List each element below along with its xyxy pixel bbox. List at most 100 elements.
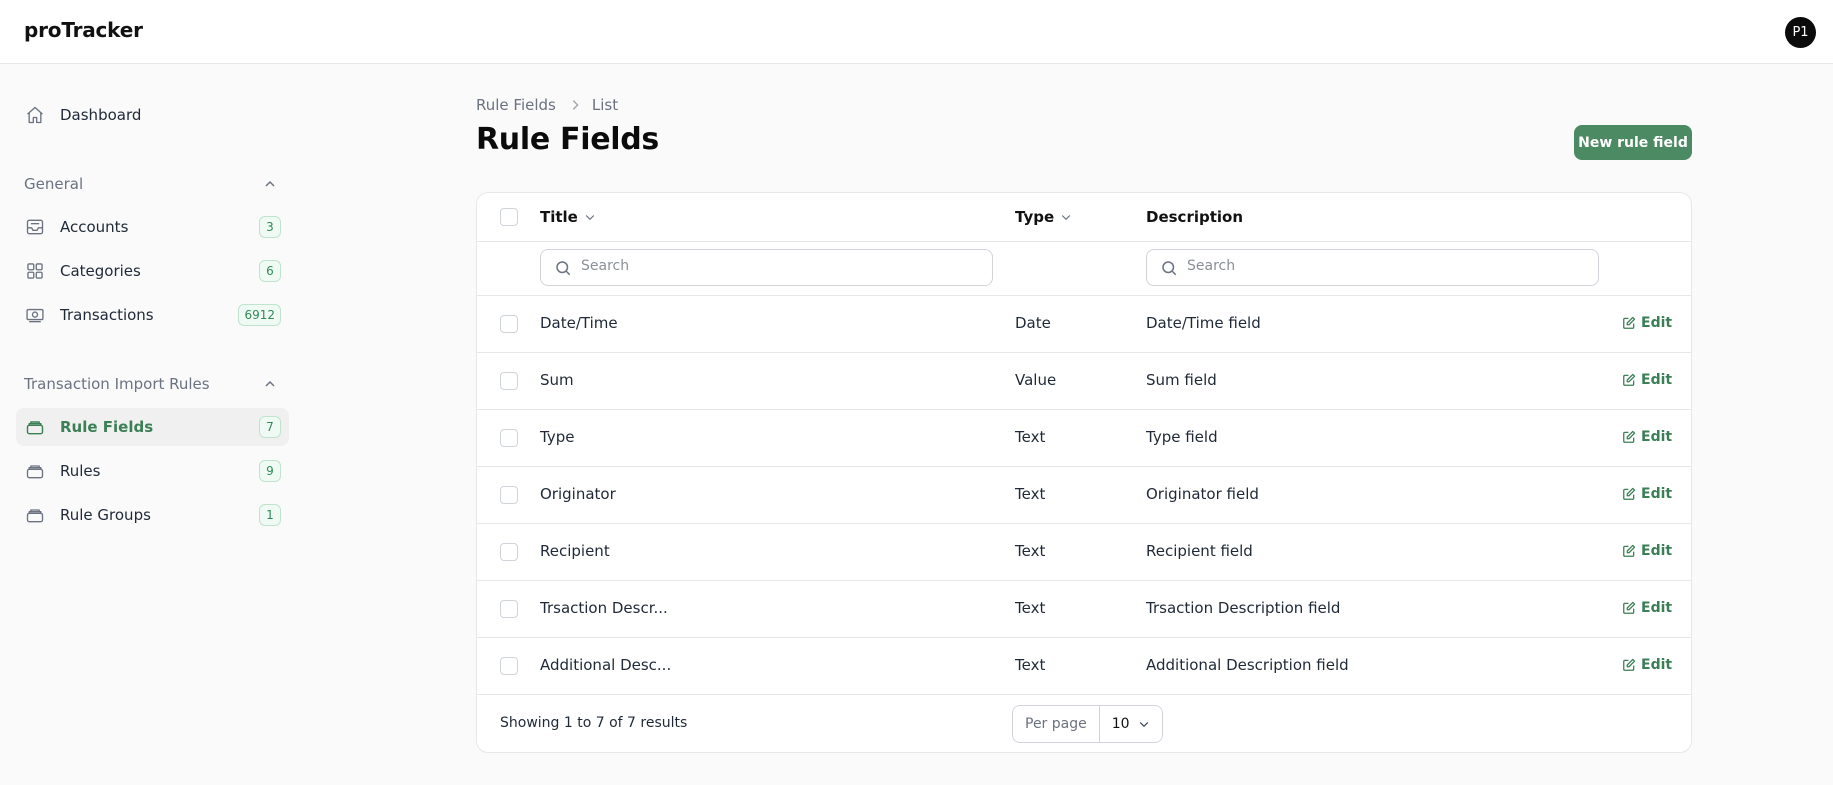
- edit-label: Edit: [1641, 372, 1673, 388]
- edit-label: Edit: [1641, 486, 1673, 502]
- cell-description: Sum field: [1146, 371, 1217, 389]
- cell-type: Text: [1015, 656, 1046, 674]
- sidebar-item-rules[interactable]: Rules 9: [16, 452, 289, 490]
- edit-icon: [1623, 544, 1636, 557]
- stack-icon: [26, 509, 44, 523]
- edit-icon: [1623, 601, 1636, 614]
- cell-title: Recipient: [540, 542, 610, 560]
- user-avatar[interactable]: P1: [1785, 17, 1816, 48]
- edit-link[interactable]: Edit: [1622, 600, 1672, 616]
- stack-icon: [26, 465, 44, 479]
- cell-type: Value: [1015, 371, 1057, 389]
- sidebar-item-transactions[interactable]: Transactions 6912: [16, 296, 289, 334]
- chevron-down-icon: [1061, 215, 1071, 221]
- sidebar-item-accounts[interactable]: Accounts 3: [16, 208, 289, 246]
- row-checkbox[interactable]: [500, 486, 518, 504]
- table-row: Recipient Text Recipient field Edit: [477, 524, 1691, 581]
- banknote-icon: [26, 308, 44, 323]
- per-page-select[interactable]: Per page 10: [1012, 705, 1163, 743]
- count-badge: 3: [259, 216, 281, 238]
- grid-icon: [27, 263, 43, 279]
- stack-icon: [26, 421, 44, 435]
- cell-title: Originator: [540, 485, 616, 503]
- breadcrumb: Rule Fields List: [476, 96, 618, 114]
- row-checkbox[interactable]: [500, 429, 518, 447]
- count-badge: 6: [259, 260, 281, 282]
- cell-description: Trsaction Description field: [1146, 599, 1341, 617]
- row-checkbox[interactable]: [500, 543, 518, 561]
- table-row: Sum Value Sum field Edit: [477, 353, 1691, 410]
- column-header-title[interactable]: Title: [540, 208, 596, 226]
- column-header-type[interactable]: Type: [1015, 208, 1072, 226]
- sidebar-item-rule-groups[interactable]: Rule Groups 1: [16, 496, 289, 534]
- row-checkbox[interactable]: [500, 315, 518, 333]
- inbox-icon: [26, 219, 44, 235]
- sidebar-item-label: Accounts: [60, 218, 129, 236]
- cell-title: Date/Time: [540, 314, 618, 332]
- sidebar: Dashboard General Accounts 3 Categories …: [0, 64, 300, 785]
- edit-link[interactable]: Edit: [1622, 372, 1672, 388]
- home-icon: [27, 106, 43, 124]
- sidebar-item-label: Dashboard: [60, 106, 142, 124]
- cell-title: Trsaction Descr...: [540, 599, 668, 617]
- row-checkbox[interactable]: [500, 372, 518, 390]
- breadcrumb-parent-link[interactable]: Rule Fields: [476, 96, 556, 114]
- cell-type: Text: [1015, 542, 1046, 560]
- cell-description: Recipient field: [1146, 542, 1253, 560]
- table-row: Additional Desc... Text Additional Descrip…: [477, 638, 1691, 695]
- cell-description: Originator field: [1146, 485, 1259, 503]
- count-badge: 7: [259, 416, 281, 438]
- per-page-value[interactable]: 10: [1100, 706, 1162, 742]
- sidebar-group-general[interactable]: General: [24, 175, 83, 193]
- rule-fields-table: Title Type Description Date/Time Date Date…: [476, 192, 1692, 753]
- cell-type: Text: [1015, 485, 1046, 503]
- table-row: Type Text Type field Edit: [477, 410, 1691, 467]
- chevron-down-icon: [585, 215, 595, 221]
- per-page-label: Per page: [1013, 706, 1100, 742]
- edit-label: Edit: [1641, 657, 1673, 673]
- brand-logo[interactable]: proTracker: [24, 18, 143, 42]
- sidebar-group-import-rules[interactable]: Transaction Import Rules: [24, 375, 210, 393]
- cell-type: Date: [1015, 314, 1051, 332]
- column-header-label: Type: [1015, 208, 1055, 226]
- description-search-input[interactable]: [1187, 258, 1547, 274]
- breadcrumb-current: List: [591, 96, 619, 114]
- column-header-label: Description: [1146, 208, 1244, 226]
- count-badge: 1: [259, 504, 281, 526]
- edit-link[interactable]: Edit: [1622, 657, 1672, 673]
- sidebar-item-dashboard[interactable]: Dashboard: [16, 96, 289, 134]
- edit-icon: [1623, 658, 1636, 671]
- edit-link[interactable]: Edit: [1622, 543, 1672, 559]
- title-search-input[interactable]: [581, 258, 941, 274]
- table-header-row: Title Type Description: [477, 193, 1691, 242]
- edit-label: Edit: [1641, 429, 1673, 445]
- per-page-selected: 10: [1111, 716, 1130, 732]
- edit-icon: [1623, 430, 1636, 443]
- cell-description: Type field: [1146, 428, 1218, 446]
- select-all-checkbox[interactable]: [500, 208, 518, 226]
- title-search-field[interactable]: [540, 249, 993, 286]
- results-summary: Showing 1 to 7 of 7 results: [500, 715, 688, 731]
- cell-description: Date/Time field: [1146, 314, 1261, 332]
- sidebar-item-rule-fields[interactable]: Rule Fields 7: [16, 408, 289, 446]
- edit-link[interactable]: Edit: [1622, 486, 1672, 502]
- edit-icon: [1623, 316, 1636, 329]
- table-row: Originator Text Originator field Edit: [477, 467, 1691, 524]
- sidebar-item-label: Rule Groups: [60, 506, 151, 524]
- count-badge: 9: [259, 460, 281, 482]
- cell-title: Sum: [540, 371, 574, 389]
- new-rule-field-button[interactable]: New rule field: [1574, 125, 1692, 160]
- cell-title: Type: [540, 428, 575, 446]
- row-checkbox[interactable]: [500, 657, 518, 675]
- sidebar-item-label: Transactions: [60, 306, 154, 324]
- sidebar-item-label: Rule Fields: [60, 418, 154, 436]
- edit-link[interactable]: Edit: [1622, 315, 1672, 331]
- description-search-field[interactable]: [1146, 249, 1599, 286]
- sidebar-item-categories[interactable]: Categories 6: [16, 252, 289, 290]
- chevron-up-icon[interactable]: [262, 176, 278, 192]
- edit-link[interactable]: Edit: [1622, 429, 1672, 445]
- chevron-up-icon[interactable]: [262, 376, 278, 392]
- cell-title: Additional Desc...: [540, 656, 672, 674]
- table-filter-row: [477, 242, 1691, 296]
- row-checkbox[interactable]: [500, 600, 518, 618]
